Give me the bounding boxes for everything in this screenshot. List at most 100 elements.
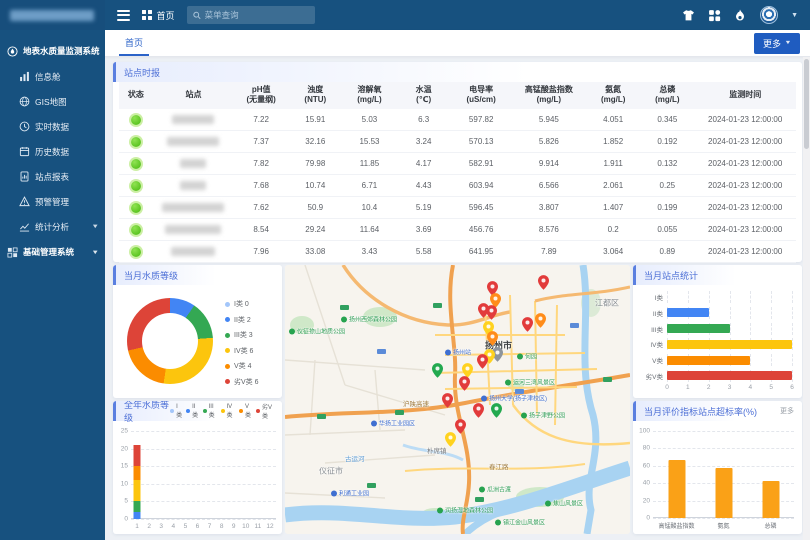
table-row[interactable]: 7.6250.910.45.19596.453.8071.4070.199202… — [119, 197, 796, 219]
hbar-row-II类: II类 — [639, 307, 792, 319]
y-tick: 40 — [643, 480, 650, 487]
sidebar-item-GIS地图[interactable]: GIS地图 — [0, 89, 105, 114]
page-scrollbar[interactable] — [803, 57, 810, 540]
cell-water_temp: 6.3 — [397, 109, 451, 131]
map-pin-green[interactable] — [432, 363, 443, 381]
x-label: 氨氮 — [717, 521, 729, 530]
tab-home[interactable]: 首页 — [119, 30, 149, 56]
cell-dissolved_oxygen: 6.71 — [342, 175, 396, 197]
park-icon — [341, 316, 347, 322]
sidebar-group-1[interactable]: 基础管理系统▼ — [0, 239, 105, 265]
map-pin-green[interactable] — [491, 403, 502, 421]
map-pin-orange[interactable] — [535, 313, 546, 331]
cell-ammonia_nitrogen: 1.911 — [586, 153, 640, 175]
x-label: 总磷 — [764, 521, 776, 530]
x-tick: 2 — [707, 384, 711, 391]
dashboard-content: 站点时报 状态站点pH值(无量纲)浊度(NTU)溶解氧(mg/L)水温(℃)电导… — [105, 57, 810, 540]
sidebar-item-label: 统计分析 — [35, 221, 69, 233]
cell-water_temp: 3.69 — [397, 219, 451, 241]
sidebar: 地表水质量监测系统▲信息舱GIS地图实时数据历史数据站点报表预警管理统计分析▼基… — [0, 0, 105, 540]
map-pin-red[interactable] — [473, 403, 484, 421]
map-pin-red[interactable] — [522, 317, 533, 335]
x-tick: 9 — [232, 523, 236, 530]
cell-water_temp: 4.43 — [397, 175, 451, 197]
flame-icon[interactable] — [734, 9, 747, 22]
legend-item: V类 4 — [225, 361, 259, 371]
cell-turbidity: 50.9 — [288, 197, 342, 219]
y-tick: 60 — [643, 462, 650, 469]
cell-ph: 7.96 — [234, 241, 288, 263]
cell-permanganate_index: 7.89 — [512, 241, 586, 263]
menu-search[interactable] — [187, 6, 315, 24]
sidebar-item-label: 实时数据 — [35, 121, 69, 133]
map-pin-red[interactable] — [455, 419, 466, 437]
table-row[interactable]: 7.2215.915.036.3597.825.9454.0510.345202… — [119, 109, 796, 131]
cell-total_phosphorus: 0.199 — [640, 197, 694, 219]
layout-icon[interactable] — [708, 9, 721, 22]
table-row[interactable]: 7.6810.746.714.43603.946.5662.0610.25202… — [119, 175, 796, 197]
panel-title: 当月评价指标站点超标率(%) — [644, 405, 757, 418]
sidebar-item-实时数据[interactable]: 实时数据 — [0, 114, 105, 139]
cell-total_phosphorus: 0.055 — [640, 219, 694, 241]
map-panel[interactable]: 扬州市江都区仪征市沪陕高速春江路古运河扬州西郊森林公园仪征捺山地质公园运河三湾风… — [285, 265, 630, 534]
table-row[interactable]: 7.9633.083.435.58641.957.893.0640.892024… — [119, 241, 796, 263]
station-table-wrap: 状态站点pH值(无量纲)浊度(NTU)溶解氧(mg/L)水温(℃)电导率(uS/… — [113, 82, 802, 263]
sidebar-group-label: 基础管理系统 — [23, 246, 74, 258]
map-pin-red[interactable] — [442, 393, 453, 411]
x-tick: 6 — [790, 384, 794, 391]
sidebar-item-信息舱[interactable]: 信息舱 — [0, 64, 105, 89]
hbar-label: 劣V类 — [639, 371, 663, 381]
legend-item: III类 — [203, 404, 217, 419]
station-name-redacted — [167, 137, 219, 146]
sidebar-item-label: 预警管理 — [35, 196, 69, 208]
legend-dot — [225, 379, 230, 384]
sidebar-item-站点报表[interactable]: 站点报表 — [0, 164, 105, 189]
sidebar-item-预警管理[interactable]: 预警管理 — [0, 189, 105, 214]
map-pin-red[interactable] — [538, 275, 549, 293]
panel-monthly-station-stats: 当月站点统计 I类II类III类IV类V类劣V类 0123456 — [633, 265, 802, 398]
sidebar-group-0[interactable]: 地表水质量监测系统▲ — [0, 38, 105, 64]
main-area: 首页 ▼ 首页 更多 ▼ — [105, 0, 810, 540]
cell-dissolved_oxygen: 11.85 — [342, 153, 396, 175]
avatar[interactable] — [760, 6, 778, 24]
status-dot-normal — [131, 137, 141, 147]
gis-map-icon — [19, 96, 30, 107]
col-header: 状态 — [119, 82, 153, 109]
user-chevron-down-icon[interactable]: ▼ — [791, 12, 798, 19]
cell-water_temp: 5.58 — [397, 241, 451, 263]
cell-permanganate_index: 3.807 — [512, 197, 586, 219]
y-tick: 0 — [646, 515, 650, 522]
panel-more-link[interactable]: 更多 — [780, 406, 794, 416]
sidebar-item-统计分析[interactable]: 统计分析▼ — [0, 214, 105, 239]
station-name-redacted — [172, 115, 214, 124]
hamburger-menu-icon[interactable] — [117, 10, 130, 21]
vertical-bar-chart: 020406080100高锰酸盐指数氨氮总磷 — [653, 431, 794, 518]
map-pin-red[interactable] — [459, 376, 470, 394]
table-row[interactable]: 8.5429.2411.643.69456.768.5760.20.055202… — [119, 219, 796, 241]
legend-item: I类 — [170, 404, 182, 419]
sidebar-item-label: 历史数据 — [35, 146, 69, 158]
table-row[interactable]: 7.3732.1615.533.24570.135.8261.8520.1922… — [119, 131, 796, 153]
map-label-park: 镇江金山风景区 — [495, 518, 545, 527]
map-label-park: 扬州西郊森林公园 — [341, 315, 397, 324]
hbar-row-III类: III类 — [639, 323, 792, 335]
map-pin-red[interactable] — [477, 354, 488, 372]
horizontal-bar-chart: I类II类III类IV类V类劣V类 — [639, 291, 792, 382]
sidebar-item-历史数据[interactable]: 历史数据 — [0, 139, 105, 164]
cell-water_temp: 4.17 — [397, 153, 451, 175]
panel-title: 全年水质等级 — [124, 401, 170, 424]
more-button[interactable]: 更多 ▼ — [754, 33, 800, 54]
col-header: 氨氮(mg/L) — [586, 82, 640, 109]
y-tick: 15 — [121, 463, 128, 470]
search-input[interactable] — [205, 10, 309, 20]
panel-annual-quality-stacked: 全年水质等级 I类II类III类IV类V类劣V类 051015202512345… — [113, 401, 282, 534]
scrollbar-thumb[interactable] — [804, 59, 809, 149]
map-pin-yellow[interactable] — [445, 432, 456, 450]
cell-conductivity: 596.45 — [451, 197, 512, 219]
table-row[interactable]: 7.8279.9811.854.17582.919.9141.9110.1322… — [119, 153, 796, 175]
theme-shirt-icon[interactable] — [682, 9, 695, 22]
cell-permanganate_index: 5.945 — [512, 109, 586, 131]
station-table: 状态站点pH值(无量纲)浊度(NTU)溶解氧(mg/L)水温(℃)电导率(uS/… — [119, 82, 796, 263]
nav-home[interactable]: 首页 — [142, 9, 175, 22]
legend-item: IV类 — [221, 404, 235, 419]
